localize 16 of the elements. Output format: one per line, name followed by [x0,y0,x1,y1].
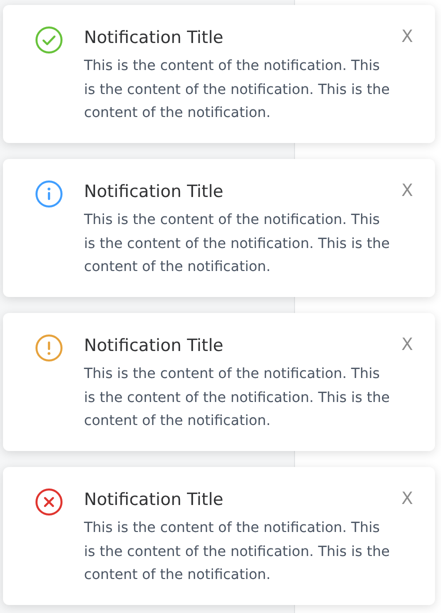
info-circle-icon [35,180,63,208]
close-button[interactable]: X [401,335,413,355]
notification-title: Notification Title [84,181,224,203]
notification-message: This is the content of the notification. This is the content of the notification. This is the content of the notification. [84,519,391,585]
x-circle-icon [35,488,63,516]
notification-message: This is the content of the notification. This is the content of the notification. This is the content of the notification. [84,211,391,277]
notification-title: Notification Title [84,27,224,49]
close-button[interactable]: X [401,27,413,47]
notification-message: This is the content of the notification. This is the content of the notification. This is the content of the notification. [84,57,391,123]
close-button[interactable]: X [401,489,413,509]
close-button[interactable]: X [401,181,413,201]
notification-message: This is the content of the notification. This is the content of the notification. This is the content of the notification. [84,365,391,431]
check-circle-icon [35,26,63,54]
notification-title: Notification Title [84,489,224,511]
exclamation-circle-icon [35,334,63,362]
notification-title: Notification Title [84,335,224,357]
